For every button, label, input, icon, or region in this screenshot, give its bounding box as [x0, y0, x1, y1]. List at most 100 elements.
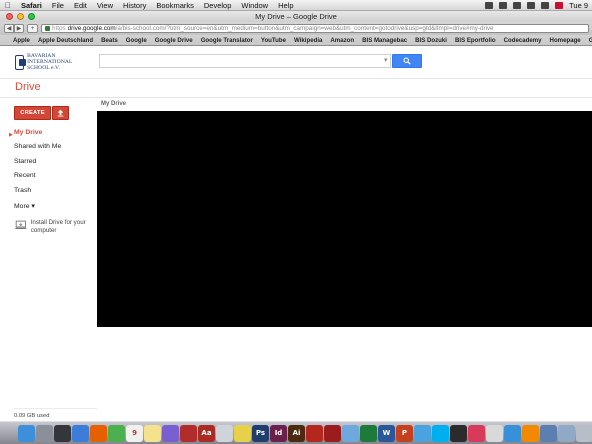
- photos-icon[interactable]: [342, 424, 359, 442]
- menu-window[interactable]: Window: [236, 1, 273, 10]
- excel-icon[interactable]: [360, 424, 377, 442]
- upload-button[interactable]: [52, 106, 69, 120]
- photoshop-icon[interactable]: Ps: [252, 424, 269, 442]
- google-header: BAVARIAN INTERNATIONAL SCHOOL e.V. ▾: [0, 46, 592, 79]
- back-arrow-icon[interactable]: ◀: [4, 24, 14, 33]
- install-drive-link[interactable]: Install Drive for your computer: [15, 219, 95, 235]
- launchpad-icon[interactable]: [36, 424, 53, 442]
- menu-develop[interactable]: Develop: [199, 1, 237, 10]
- menu-file[interactable]: File: [47, 1, 69, 10]
- acrobat-icon[interactable]: [306, 424, 323, 442]
- photo-booth-icon[interactable]: [180, 424, 197, 442]
- battery-icon[interactable]: [541, 1, 550, 9]
- add-bookmark-button[interactable]: +: [27, 24, 38, 33]
- skype-icon[interactable]: [432, 424, 449, 442]
- menu-bookmarks[interactable]: Bookmarks: [151, 1, 199, 10]
- url-protocol: https: [52, 25, 66, 32]
- bookmark-google-translator[interactable]: Google Translator: [197, 37, 257, 44]
- finder-icon[interactable]: [18, 424, 35, 442]
- bookmarks-bar: Apple Apple Deutschland Beats Google Goo…: [0, 35, 592, 46]
- install-drive-label: Install Drive for your computer: [30, 219, 86, 234]
- bookmark-bis-managebac[interactable]: BIS Managebac: [358, 37, 411, 44]
- volume-icon[interactable]: [527, 1, 536, 9]
- drive-bar: Drive: [0, 79, 592, 98]
- calendar-icon[interactable]: 9: [126, 424, 143, 442]
- window-title-bar[interactable]: My Drive – Google Drive: [0, 11, 592, 22]
- menu-history[interactable]: History: [118, 1, 151, 10]
- menu-app-name[interactable]: Safari: [16, 1, 47, 10]
- search-input[interactable]: [99, 54, 391, 68]
- file-list-area[interactable]: [97, 111, 592, 327]
- itunes-icon[interactable]: [162, 424, 179, 442]
- sidebar-item-trash[interactable]: Trash: [14, 187, 31, 194]
- minimize-window-button[interactable]: [17, 13, 24, 20]
- mac-dock: 9 Aa Ps Id Ai W P: [0, 421, 592, 444]
- vlc-icon[interactable]: [522, 424, 539, 442]
- bookmark-apple[interactable]: Apple: [9, 37, 34, 44]
- wifi-icon[interactable]: [513, 1, 522, 9]
- dropbox-icon[interactable]: [485, 1, 494, 9]
- game-center-icon[interactable]: [486, 424, 503, 442]
- bookmark-wikipedia[interactable]: Wikipedia: [290, 37, 326, 44]
- bookmark-bis-dozuki[interactable]: BIS Dozuki: [411, 37, 451, 44]
- bookmark-google[interactable]: Google: [122, 37, 151, 44]
- sidebar-item-recent[interactable]: Recent: [14, 172, 36, 179]
- bookmark-youtube[interactable]: YouTube: [257, 37, 290, 44]
- sidebar-item-more[interactable]: More ▾: [14, 202, 35, 210]
- bookmark-bis-eportfolio[interactable]: BIS Eportfolio: [451, 37, 500, 44]
- menu-view[interactable]: View: [92, 1, 118, 10]
- itunes-store-icon[interactable]: [468, 424, 485, 442]
- bookmark-truncated[interactable]: Gu: [585, 37, 592, 44]
- sidebar-item-shared-with-me[interactable]: Shared with Me: [14, 143, 61, 150]
- terminal-icon[interactable]: [450, 424, 467, 442]
- bluetooth-icon[interactable]: [499, 1, 508, 9]
- window-title: My Drive – Google Drive: [255, 12, 337, 21]
- bookmark-homepage[interactable]: Homepage: [546, 37, 585, 44]
- bookmark-beats[interactable]: Beats: [97, 37, 122, 44]
- browser-toolbar: ◀ ▶ + https drive.google.com /a/bis-scho…: [0, 22, 592, 35]
- illustrator-icon[interactable]: Ai: [288, 424, 305, 442]
- drive-title[interactable]: Drive: [15, 81, 41, 93]
- bookmark-apple-deutschland[interactable]: Apple Deutschland: [34, 37, 97, 44]
- uk-flag-icon[interactable]: [555, 1, 564, 9]
- word-icon[interactable]: W: [378, 424, 395, 442]
- zoom-window-button[interactable]: [28, 13, 35, 20]
- notes-icon[interactable]: [144, 424, 161, 442]
- menu-clock[interactable]: Tue 9: [569, 1, 588, 10]
- address-bar[interactable]: https drive.google.com /a/bis-school.com…: [41, 24, 589, 33]
- forward-arrow-icon[interactable]: ▶: [14, 24, 24, 33]
- dictionary-icon[interactable]: Aa: [198, 424, 215, 442]
- sidebar-item-starred[interactable]: Starred: [14, 158, 36, 165]
- powerpoint-icon[interactable]: P: [396, 424, 413, 442]
- close-window-button[interactable]: [6, 13, 13, 20]
- app-store-icon[interactable]: [504, 424, 521, 442]
- create-button[interactable]: CREATE: [14, 106, 51, 120]
- history-nav: ◀ ▶: [4, 24, 24, 33]
- safari-icon[interactable]: [72, 424, 89, 442]
- school-logo[interactable]: BAVARIAN INTERNATIONAL SCHOOL e.V.: [15, 53, 87, 71]
- drive-sidebar: CREATE ▶ My Drive Shared with Me Starred…: [0, 98, 97, 444]
- mission-control-icon[interactable]: [54, 424, 71, 442]
- bookmark-codecademy[interactable]: Codecademy: [500, 37, 546, 44]
- bookmark-google-drive[interactable]: Google Drive: [151, 37, 197, 44]
- trash-icon[interactable]: [576, 424, 592, 442]
- search-button[interactable]: [392, 54, 422, 68]
- stickies-icon[interactable]: [234, 424, 251, 442]
- firefox-icon[interactable]: [90, 424, 107, 442]
- chrome-icon[interactable]: [108, 424, 125, 442]
- preview-icon[interactable]: [216, 424, 233, 442]
- breadcrumb[interactable]: My Drive: [101, 101, 126, 107]
- indesign-icon[interactable]: Id: [270, 424, 287, 442]
- menu-edit[interactable]: Edit: [69, 1, 92, 10]
- apple-icon[interactable]: : [0, 1, 16, 10]
- url-host: drive.google.com: [67, 25, 116, 32]
- menu-help[interactable]: Help: [273, 1, 298, 10]
- upload-icon: [57, 109, 64, 117]
- bookmark-amazon[interactable]: Amazon: [326, 37, 358, 44]
- flash-icon[interactable]: [324, 424, 341, 442]
- downloads-icon[interactable]: [540, 424, 557, 442]
- twitter-icon[interactable]: [414, 424, 431, 442]
- sidebar-item-my-drive[interactable]: My Drive: [14, 129, 42, 136]
- documents-icon[interactable]: [558, 424, 575, 442]
- active-item-marker-icon: ▶: [9, 132, 13, 138]
